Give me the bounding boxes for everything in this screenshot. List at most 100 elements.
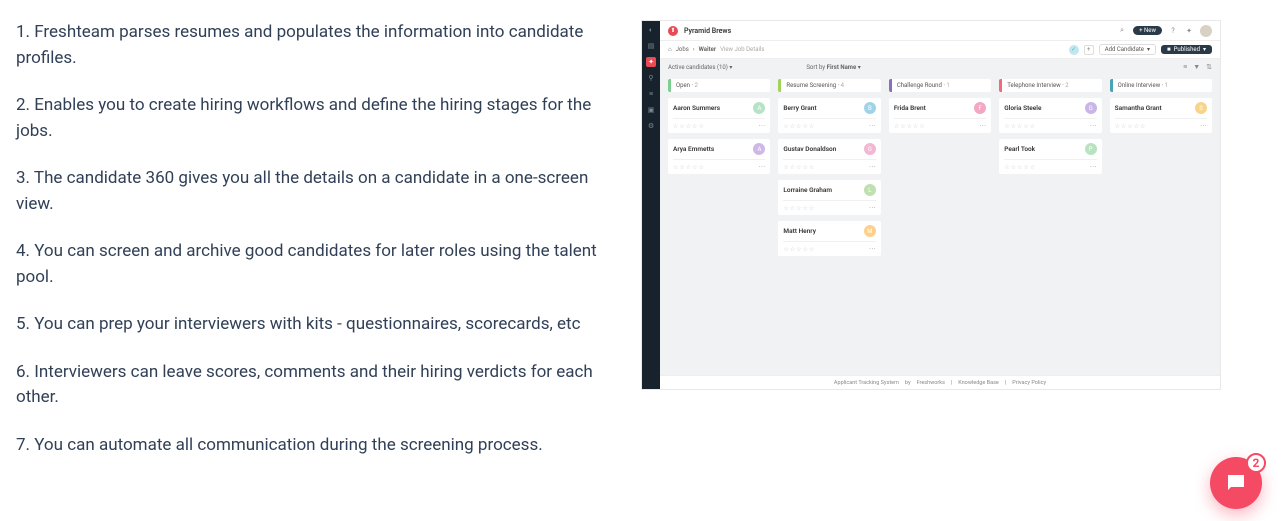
card-menu-icon[interactable]: ⋯ bbox=[869, 245, 876, 253]
rating-stars[interactable]: ☆☆☆☆☆ bbox=[783, 205, 815, 212]
gift-icon[interactable]: ✦ bbox=[1184, 26, 1194, 36]
rating-stars[interactable]: ☆☆☆☆☆ bbox=[1004, 123, 1036, 130]
sort-filter[interactable]: Sort by First Name ▾ bbox=[806, 64, 860, 71]
app-screenshot: ◐ ▤ ✦ ⚲ ≡ ▣ ⚙ ⬆ Pyramid Brews ⌕ + New ? bbox=[641, 20, 1221, 390]
column-header[interactable]: Telephone Interview · 2 bbox=[999, 79, 1101, 92]
column-header[interactable]: Open · 2 bbox=[668, 79, 770, 92]
candidate-avatar: A bbox=[753, 143, 765, 155]
candidate-avatar: G bbox=[1085, 102, 1097, 114]
candidate-name: Pearl Took bbox=[1004, 145, 1035, 153]
sort-icon[interactable]: ⇅ bbox=[1206, 63, 1212, 71]
breadcrumb-bar: ⌂ Jobs › Waiter View Job Details ✓ + Add… bbox=[660, 41, 1220, 59]
card-menu-icon[interactable]: ⋯ bbox=[869, 204, 876, 212]
nav-dashboard-icon[interactable]: ◐ bbox=[646, 25, 656, 35]
candidate-name: Matt Henry bbox=[783, 227, 816, 235]
candidate-name: Gloria Steele bbox=[1004, 104, 1041, 112]
published-button[interactable]: ■Published▾ bbox=[1161, 45, 1212, 54]
candidate-card[interactable]: Gloria Steele G ☆☆☆☆☆ ⋯ bbox=[999, 98, 1101, 133]
card-menu-icon[interactable]: ⋯ bbox=[1090, 163, 1097, 171]
candidate-card[interactable]: Gustav DonaldsonG☆☆☆☆☆⋯ bbox=[778, 139, 880, 174]
feature-item: 4. You can screen and archive good candi… bbox=[16, 239, 611, 290]
chat-button[interactable]: 2 bbox=[1210, 457, 1262, 509]
kanban-column: Open · 2Aaron SummersA☆☆☆☆☆⋯Arya Emmetts… bbox=[668, 79, 770, 367]
candidate-name: Samantha Grant bbox=[1115, 104, 1162, 112]
candidate-avatar: F bbox=[974, 102, 986, 114]
candidate-name: Lorraine Graham bbox=[783, 186, 832, 194]
feature-item: 1. Freshteam parses resumes and populate… bbox=[16, 20, 611, 71]
card-menu-icon[interactable]: ⋯ bbox=[758, 163, 765, 171]
search-icon[interactable]: ⌕ bbox=[1117, 26, 1127, 36]
candidate-card[interactable]: Frida Brent F ☆☆☆☆☆ ⋯ bbox=[889, 98, 991, 133]
column-header[interactable]: Challenge Round · 1 bbox=[889, 79, 991, 92]
new-button[interactable]: + New bbox=[1133, 26, 1162, 35]
candidate-card[interactable]: Pearl Took P ☆☆☆☆☆ ⋯ bbox=[999, 139, 1101, 174]
breadcrumb-sep: › bbox=[693, 46, 695, 53]
filter-bar: Active candidates (10) ▾ Sort by First N… bbox=[660, 59, 1220, 75]
brand-name: Pyramid Brews bbox=[684, 27, 731, 35]
nav-settings-icon[interactable]: ⚙ bbox=[646, 121, 656, 131]
nav-recruit-icon[interactable]: ✦ bbox=[646, 57, 656, 67]
candidate-card[interactable]: Berry GrantB☆☆☆☆☆⋯ bbox=[778, 98, 880, 133]
card-menu-icon[interactable]: ⋯ bbox=[1200, 122, 1207, 130]
nav-list-icon[interactable]: ≡ bbox=[646, 89, 656, 99]
kanban-column: Online Interview · 1 Samantha Grant S ☆☆☆☆☆… bbox=[1110, 79, 1212, 367]
card-menu-icon[interactable]: ⋯ bbox=[869, 163, 876, 171]
rating-stars[interactable]: ☆☆☆☆☆ bbox=[783, 246, 815, 253]
candidate-card[interactable]: Matt Henry M ☆☆☆☆☆ ⋯ bbox=[778, 221, 880, 256]
footer-link[interactable]: Applicant Tracking System bbox=[834, 380, 899, 386]
kanban-column: Resume Screening · 4Berry GrantB☆☆☆☆☆⋯Gu… bbox=[778, 79, 880, 367]
rating-stars[interactable]: ☆☆☆☆☆ bbox=[1004, 164, 1036, 171]
active-candidates-filter[interactable]: Active candidates (10) ▾ bbox=[668, 64, 732, 71]
candidate-card[interactable]: Arya Emmetts A ☆☆☆☆☆ ⋯ bbox=[668, 139, 770, 174]
candidate-card[interactable]: Lorraine Graham L ☆☆☆☆☆ ⋯ bbox=[778, 180, 880, 215]
card-menu-icon[interactable]: ⋯ bbox=[979, 122, 986, 130]
candidate-avatar: L bbox=[864, 184, 876, 196]
kanban-board: Open · 2Aaron SummersA☆☆☆☆☆⋯Arya Emmetts… bbox=[660, 75, 1220, 375]
rating-stars[interactable]: ☆☆☆☆☆ bbox=[1115, 123, 1147, 130]
rating-stars[interactable]: ☆☆☆☆☆ bbox=[673, 123, 705, 130]
card-menu-icon[interactable]: ⋯ bbox=[1090, 122, 1097, 130]
candidate-name: Aaron Summers bbox=[673, 104, 720, 112]
column-header[interactable]: Online Interview · 1 bbox=[1110, 79, 1212, 92]
nav-calendar-icon[interactable]: ▤ bbox=[646, 41, 656, 51]
nav-box-icon[interactable]: ▣ bbox=[646, 105, 656, 115]
column-header[interactable]: Resume Screening · 4 bbox=[778, 79, 880, 92]
card-menu-icon[interactable]: ⋯ bbox=[758, 122, 765, 130]
rating-stars[interactable]: ☆☆☆☆☆ bbox=[894, 123, 926, 130]
add-assignee-button[interactable]: + bbox=[1084, 45, 1094, 55]
user-avatar[interactable] bbox=[1200, 25, 1212, 37]
rating-stars[interactable]: ☆☆☆☆☆ bbox=[783, 123, 815, 130]
candidate-name: Arya Emmetts bbox=[673, 145, 714, 153]
candidate-card[interactable]: Aaron SummersA☆☆☆☆☆⋯ bbox=[668, 98, 770, 133]
candidate-avatar: S bbox=[1195, 102, 1207, 114]
candidate-name: Gustav Donaldson bbox=[783, 145, 836, 153]
candidate-card[interactable]: Samantha Grant S ☆☆☆☆☆ ⋯ bbox=[1110, 98, 1212, 133]
brand-icon: ⬆ bbox=[668, 26, 678, 36]
candidate-avatar: M bbox=[864, 225, 876, 237]
candidate-avatar: P bbox=[1085, 143, 1097, 155]
feature-item: 7. You can automate all communication du… bbox=[16, 433, 611, 459]
breadcrumb-item[interactable]: Jobs bbox=[676, 46, 689, 53]
candidate-name: Frida Brent bbox=[894, 104, 926, 112]
card-menu-icon[interactable]: ⋯ bbox=[869, 122, 876, 130]
assignee-avatar[interactable]: ✓ bbox=[1069, 45, 1079, 55]
footer-link[interactable]: Privacy Policy bbox=[1012, 380, 1046, 386]
view-list-icon[interactable]: ≡ bbox=[1183, 63, 1187, 71]
rating-stars[interactable]: ☆☆☆☆☆ bbox=[673, 164, 705, 171]
feature-item: 3. The candidate 360 gives you all the d… bbox=[16, 166, 611, 217]
footer-link[interactable]: Knowledge Base bbox=[958, 380, 999, 386]
footer-link[interactable]: Freshworks bbox=[917, 380, 945, 386]
feature-item: 6. Interviewers can leave scores, commen… bbox=[16, 360, 611, 411]
chat-badge: 2 bbox=[1246, 453, 1266, 473]
breadcrumb-view[interactable]: View Job Details bbox=[720, 46, 764, 53]
chat-icon bbox=[1224, 471, 1248, 495]
filter-icon[interactable]: ▼ bbox=[1193, 63, 1200, 71]
nav-team-icon[interactable]: ⚲ bbox=[646, 73, 656, 83]
rating-stars[interactable]: ☆☆☆☆☆ bbox=[783, 164, 815, 171]
feature-item: 2. Enables you to create hiring workflow… bbox=[16, 93, 611, 144]
breadcrumb-item[interactable]: Waiter bbox=[699, 46, 716, 53]
home-icon[interactable]: ⌂ bbox=[668, 46, 672, 53]
candidate-avatar: B bbox=[864, 102, 876, 114]
help-icon[interactable]: ? bbox=[1168, 26, 1178, 36]
add-candidate-button[interactable]: Add Candidate▾ bbox=[1099, 44, 1156, 55]
